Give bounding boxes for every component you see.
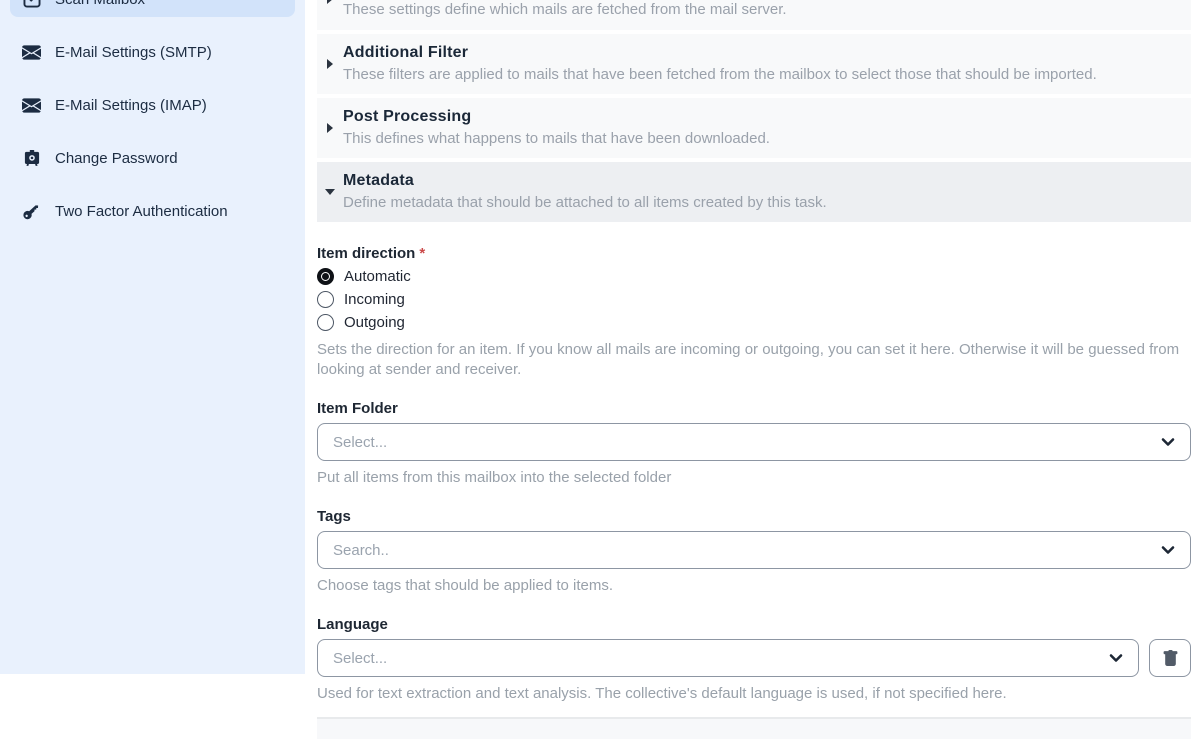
sidebar-item-label: Scan Mailbox: [55, 0, 145, 8]
section-description: These settings define which mails are fe…: [343, 0, 787, 20]
sidebar-item-label: Change Password: [55, 150, 178, 167]
chevron-down-icon: [1109, 653, 1123, 663]
tags-select[interactable]: Search..: [317, 531, 1191, 569]
caret-right-icon: [317, 0, 343, 20]
accordion-section-additional-filter[interactable]: Additional Filter These filters are appl…: [317, 34, 1191, 94]
item-folder-label: Item Folder: [317, 401, 1191, 417]
caret-down-icon: [317, 170, 343, 213]
chevron-down-icon: [1161, 437, 1175, 447]
section-title: Additional Filter: [343, 42, 1097, 64]
item-direction-label: Item direction: [317, 246, 415, 262]
safe-icon: [22, 149, 41, 168]
trash-icon: [1162, 650, 1179, 667]
required-asterisk: *: [419, 245, 425, 262]
sidebar-item-label: E-Mail Settings (SMTP): [55, 44, 212, 61]
section-title: Metadata: [343, 170, 827, 192]
item-folder-select[interactable]: Select...: [317, 423, 1191, 461]
accordion-section-fetch-settings[interactable]: These settings define which mails are fe…: [317, 0, 1191, 30]
envelope-check-icon: [22, 0, 41, 9]
radio-incoming[interactable]: [317, 291, 334, 308]
item-folder-hint: Put all items from this mailbox into the…: [317, 468, 1191, 487]
settings-sidebar: Scan Mailbox E-Mail Settings (SMTP) E-Ma…: [0, 0, 305, 674]
item-folder-field: Item Folder Select... Put all items from…: [317, 401, 1191, 487]
metadata-form: Item direction * Automatic Incoming Outg…: [317, 226, 1191, 739]
sidebar-item-email-settings-imap[interactable]: E-Mail Settings (IMAP): [10, 87, 295, 123]
sidebar-item-scan-mailbox[interactable]: Scan Mailbox: [10, 0, 295, 17]
language-label: Language: [317, 617, 1191, 633]
sidebar-item-two-factor-auth[interactable]: Two Factor Authentication: [10, 193, 295, 229]
radio-outgoing[interactable]: [317, 314, 334, 331]
accordion-section-metadata[interactable]: Metadata Define metadata that should be …: [317, 162, 1191, 222]
radio-option-outgoing[interactable]: Outgoing: [317, 314, 1191, 331]
accordion-section-post-processing[interactable]: Post Processing This defines what happen…: [317, 98, 1191, 158]
tags-hint: Choose tags that should be applied to it…: [317, 576, 1191, 595]
language-hint: Used for text extraction and text analys…: [317, 684, 1191, 703]
caret-right-icon: [317, 106, 343, 149]
sidebar-item-label: Two Factor Authentication: [55, 203, 228, 220]
language-select[interactable]: Select...: [317, 639, 1139, 677]
caret-right-icon: [317, 42, 343, 85]
section-description: These filters are applied to mails that …: [343, 64, 1097, 85]
sidebar-item-label: E-Mail Settings (IMAP): [55, 97, 207, 114]
item-direction-hint: Sets the direction for an item. If you k…: [317, 340, 1191, 379]
accordion-section-next[interactable]: [317, 717, 1191, 739]
radio-option-automatic[interactable]: Automatic: [317, 268, 1191, 285]
tags-label: Tags: [317, 509, 1191, 525]
language-field: Language Select... Used for text ext: [317, 617, 1191, 703]
section-description: Define metadata that should be attached …: [343, 192, 827, 213]
envelope-icon: [22, 43, 41, 62]
section-description: This defines what happens to mails that …: [343, 128, 770, 149]
key-icon: [22, 202, 41, 221]
sidebar-item-email-settings-smtp[interactable]: E-Mail Settings (SMTP): [10, 34, 295, 70]
sidebar-item-change-password[interactable]: Change Password: [10, 140, 295, 176]
clear-language-button[interactable]: [1149, 639, 1191, 677]
chevron-down-icon: [1161, 545, 1175, 555]
radio-automatic[interactable]: [317, 268, 334, 285]
radio-option-incoming[interactable]: Incoming: [317, 291, 1191, 308]
section-title: Post Processing: [343, 106, 770, 128]
envelope-icon: [22, 96, 41, 115]
tags-field: Tags Search.. Choose tags that should be…: [317, 509, 1191, 595]
mailbox-task-settings-panel: These settings define which mails are fe…: [317, 0, 1191, 674]
